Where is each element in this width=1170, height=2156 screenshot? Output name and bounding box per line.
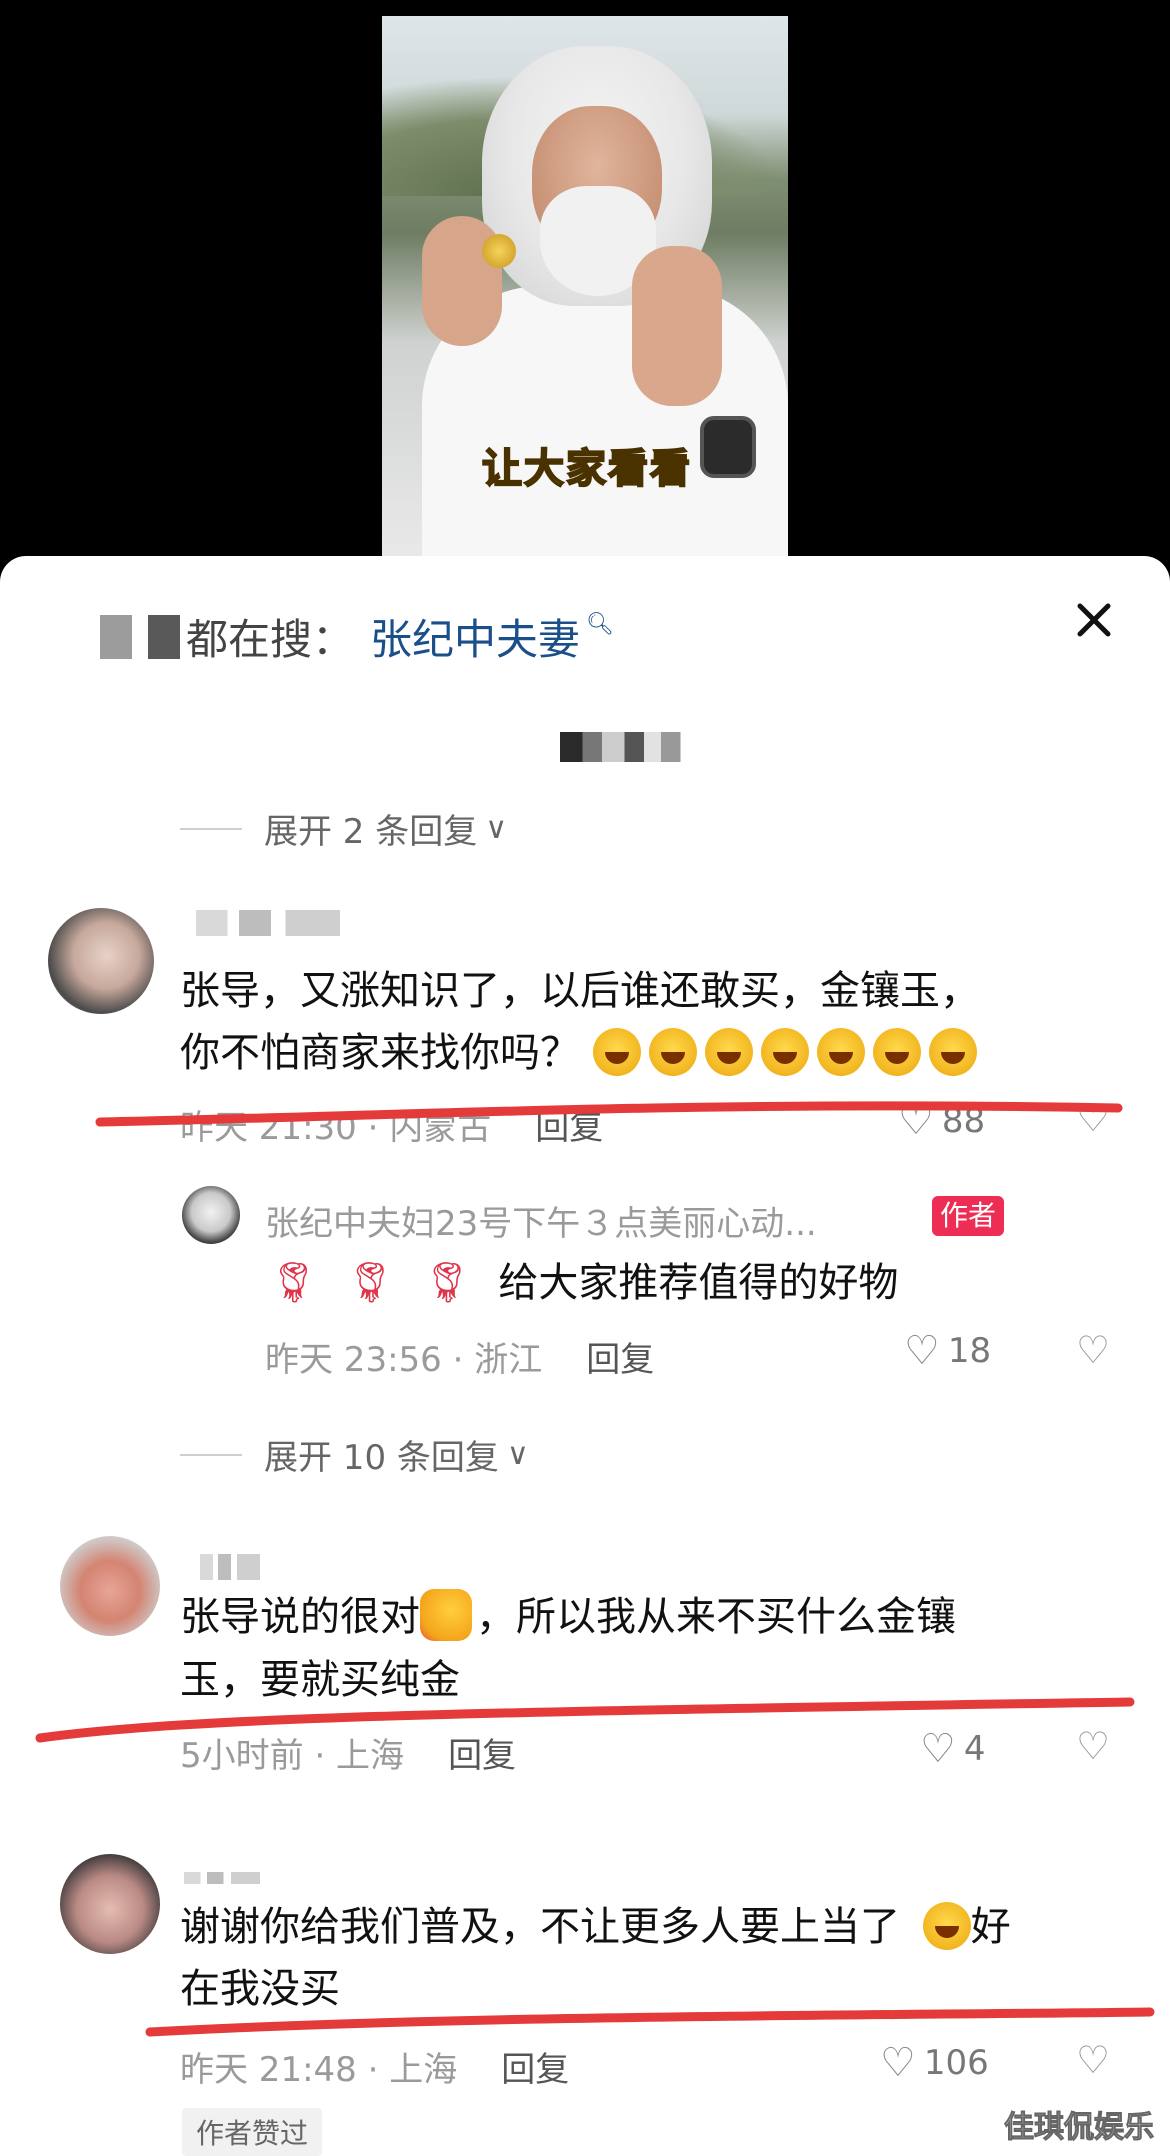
comment-text: 谢谢你给我们普及，不让更多人要上当了 好 在我没买: [180, 1896, 1011, 2020]
reply-button[interactable]: 回复: [448, 1728, 516, 1777]
like-count: 4: [963, 1729, 986, 1769]
heart-icon: ♡: [880, 2040, 916, 2086]
reply-button[interactable]: 回复: [501, 2042, 569, 2091]
comment-line-with-emoji: 张导说的很对 ，所以我从来不买什么金镶: [180, 1586, 956, 1649]
like-count: 18: [947, 1331, 992, 1371]
comment-segment: ，所以我从来不买什么金镶: [476, 1594, 956, 1640]
reply-body: 给大家推荐值得的好物: [498, 1260, 899, 1306]
comment-time: 昨天 21:48 · 上海: [180, 2050, 458, 2090]
comment-text: 张导说的很对 ，所以我从来不买什么金镶 玉，要就买纯金: [180, 1586, 956, 1711]
search-icon: 🔍︎: [586, 612, 614, 637]
reply-button[interactable]: 回复: [535, 1100, 603, 1149]
author-avatar[interactable]: [182, 1186, 240, 1244]
laughing-emoji-icon: [760, 1028, 809, 1076]
laughing-emoji-icon: [928, 1028, 977, 1076]
heart-icon: ♡: [898, 1098, 934, 1144]
video-player[interactable]: 让大家看看: [0, 0, 1170, 560]
broken-heart-icon[interactable]: ♡: [1076, 1096, 1110, 1140]
like-count: 106: [923, 2043, 989, 2083]
reply-text: 🌹︎ 🌹︎ 🌹︎ 给大家推荐值得的好物: [268, 1252, 898, 1314]
like-button[interactable]: ♡ 18: [904, 1328, 991, 1374]
comment-segment: 张导说的很对: [180, 1594, 420, 1640]
broken-heart-icon[interactable]: ♡: [1076, 1724, 1110, 1768]
comment-meta: 昨天 21:30 · 内蒙古 回复: [180, 1100, 603, 1149]
expand-replies-label: 展开 2 条回复: [264, 812, 478, 852]
watermark: 佳琪侃娱乐: [1004, 2110, 1155, 2146]
like-button[interactable]: ♡ 88: [898, 1098, 985, 1144]
comment-line: 在我没买: [180, 1966, 340, 2012]
laughing-emoji-icon: [816, 1028, 865, 1076]
comment-text: 张导，又涨知识了，以后谁还敢买，金镶玉， 你不怕商家来找你吗？: [180, 960, 985, 1084]
author-name[interactable]: 张纪中夫妇23号下午３点美丽心动...: [265, 1196, 817, 1245]
laughing-emoji-icon: [872, 1028, 921, 1076]
divider-line: [180, 1453, 242, 1456]
thumbs-up-emoji-icon: [420, 1589, 472, 1641]
comment-time: 5小时前 · 上海: [180, 1736, 405, 1776]
wristwatch: [700, 416, 756, 478]
comment-meta: 昨天 21:48 · 上海 回复: [180, 2042, 569, 2091]
like-button[interactable]: ♡ 106: [880, 2040, 989, 2086]
like-count: 88: [941, 1101, 986, 1141]
reply-button[interactable]: 回复: [586, 1332, 654, 1381]
like-button[interactable]: ♡ 4: [920, 1726, 986, 1772]
author-badge: 作者: [932, 1196, 1005, 1236]
username-redacted[interactable]: [200, 1554, 260, 1580]
chevron-down-icon: ∨: [485, 811, 508, 846]
rose-emoji-icon: 🌹︎: [344, 1260, 396, 1306]
person-right-hand: [632, 246, 722, 406]
comment-sheet: 都在搜： 张纪中夫妻 🔍︎ 展开 2 条回复 ∨ 张导，又涨知识了，以后谁还敢买…: [0, 556, 1170, 2156]
laughing-emoji-icon: [592, 1028, 641, 1076]
video-caption: 让大家看看: [481, 445, 692, 493]
reply-time: 昨天 23:56 · 浙江: [265, 1340, 543, 1380]
rose-emoji-icon: 🌹︎: [421, 1260, 473, 1306]
comment-segment: 好: [970, 1904, 1011, 1950]
gold-coin: [482, 234, 516, 268]
laughing-emoji-icon: [648, 1028, 697, 1076]
laughing-emoji-icon: [704, 1028, 753, 1076]
video-frame[interactable]: 让大家看看: [382, 16, 788, 560]
close-icon[interactable]: [1072, 598, 1116, 642]
comment-line-with-emoji: 谢谢你给我们普及，不让更多人要上当了 好: [180, 1896, 1011, 1958]
avatar[interactable]: [48, 908, 154, 1014]
username-redacted[interactable]: [184, 1872, 260, 1884]
comment-line-with-emoji: 你不怕商家来找你吗？: [180, 1022, 985, 1084]
chevron-down-icon: ∨: [506, 1437, 529, 1472]
comment-line: 玉，要就买纯金: [180, 1657, 460, 1703]
search-suggestion[interactable]: 都在搜： 张纪中夫妻 🔍︎: [100, 606, 614, 667]
username-redacted[interactable]: [196, 910, 340, 936]
heart-icon: ♡: [904, 1328, 940, 1374]
author-liked-badge: 作者赞过: [182, 2108, 323, 2156]
expand-replies-button[interactable]: 展开 2 条回复 ∨: [180, 804, 507, 853]
grinning-emoji-icon: [922, 1902, 971, 1950]
comment-time: 昨天 21:30 · 内蒙古: [180, 1108, 492, 1148]
comment-line: 你不怕商家来找你吗？: [180, 1030, 580, 1076]
reply-meta: 昨天 23:56 · 浙江 回复: [265, 1332, 654, 1381]
expand-replies-label: 展开 10 条回复: [264, 1438, 499, 1478]
broken-heart-icon[interactable]: ♡: [1076, 2038, 1110, 2082]
search-suggestion-term[interactable]: 张纪中夫妻: [370, 606, 580, 667]
mosaic-redaction: [560, 732, 700, 762]
broken-heart-icon[interactable]: ♡: [1076, 1328, 1110, 1372]
comment-line: 张导，又涨知识了，以后谁还敢买，金镶玉，: [180, 968, 980, 1014]
avatar[interactable]: [60, 1536, 160, 1636]
divider-line: [180, 827, 242, 830]
rose-emoji-icon: 🌹︎: [268, 1260, 319, 1306]
comment-meta: 5小时前 · 上海 回复: [180, 1728, 516, 1777]
mosaic-redaction: [100, 614, 180, 659]
comment-segment: 谢谢你给我们普及，不让更多人要上当了: [180, 1904, 900, 1950]
avatar[interactable]: [60, 1854, 160, 1954]
search-suggestion-prefix: 都在搜：: [186, 615, 355, 664]
heart-icon: ♡: [920, 1726, 956, 1772]
expand-replies-button[interactable]: 展开 10 条回复 ∨: [180, 1430, 529, 1479]
